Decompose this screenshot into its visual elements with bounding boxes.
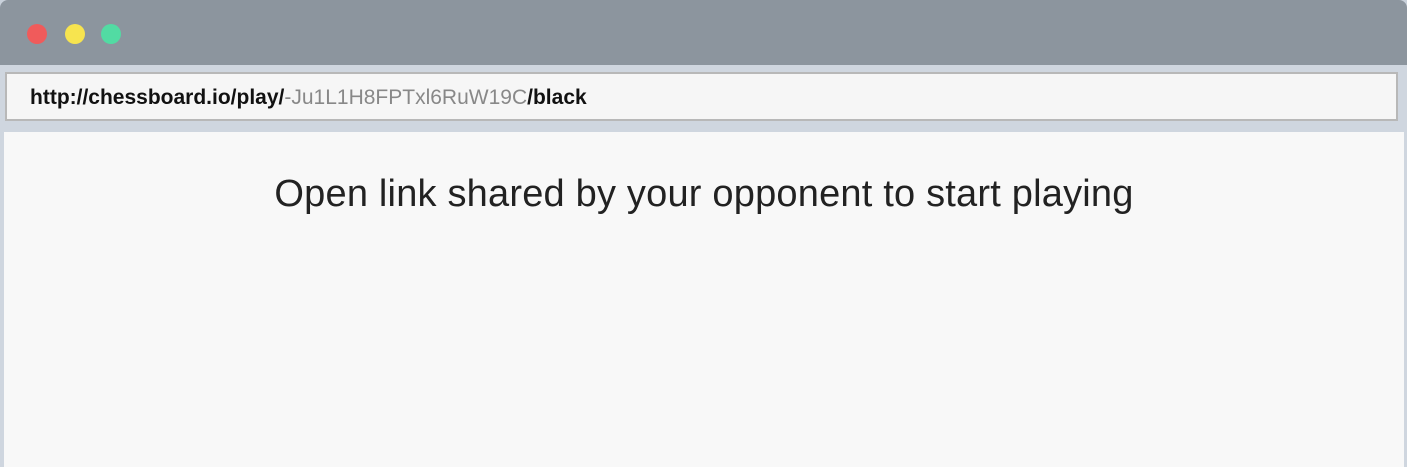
url-text: http://chessboard.io/play/-Ju1L1H8FPTxl6… xyxy=(30,86,587,110)
address-bar[interactable]: http://chessboard.io/play/-Ju1L1H8FPTxl6… xyxy=(5,72,1398,121)
minimize-window-button[interactable] xyxy=(65,24,85,44)
close-window-button[interactable] xyxy=(27,24,47,44)
browser-window: http://chessboard.io/play/-Ju1L1H8FPTxl6… xyxy=(0,0,1407,467)
url-game-id: -Ju1L1H8FPTxl6RuW19C xyxy=(284,86,528,109)
url-prefix: http://chessboard.io/play/ xyxy=(30,86,285,109)
zoom-window-button[interactable] xyxy=(101,24,121,44)
url-suffix: /black xyxy=(527,86,587,109)
title-bar xyxy=(0,0,1407,65)
page-content: Open link shared by your opponent to sta… xyxy=(4,132,1404,467)
status-message: Open link shared by your opponent to sta… xyxy=(274,173,1134,215)
